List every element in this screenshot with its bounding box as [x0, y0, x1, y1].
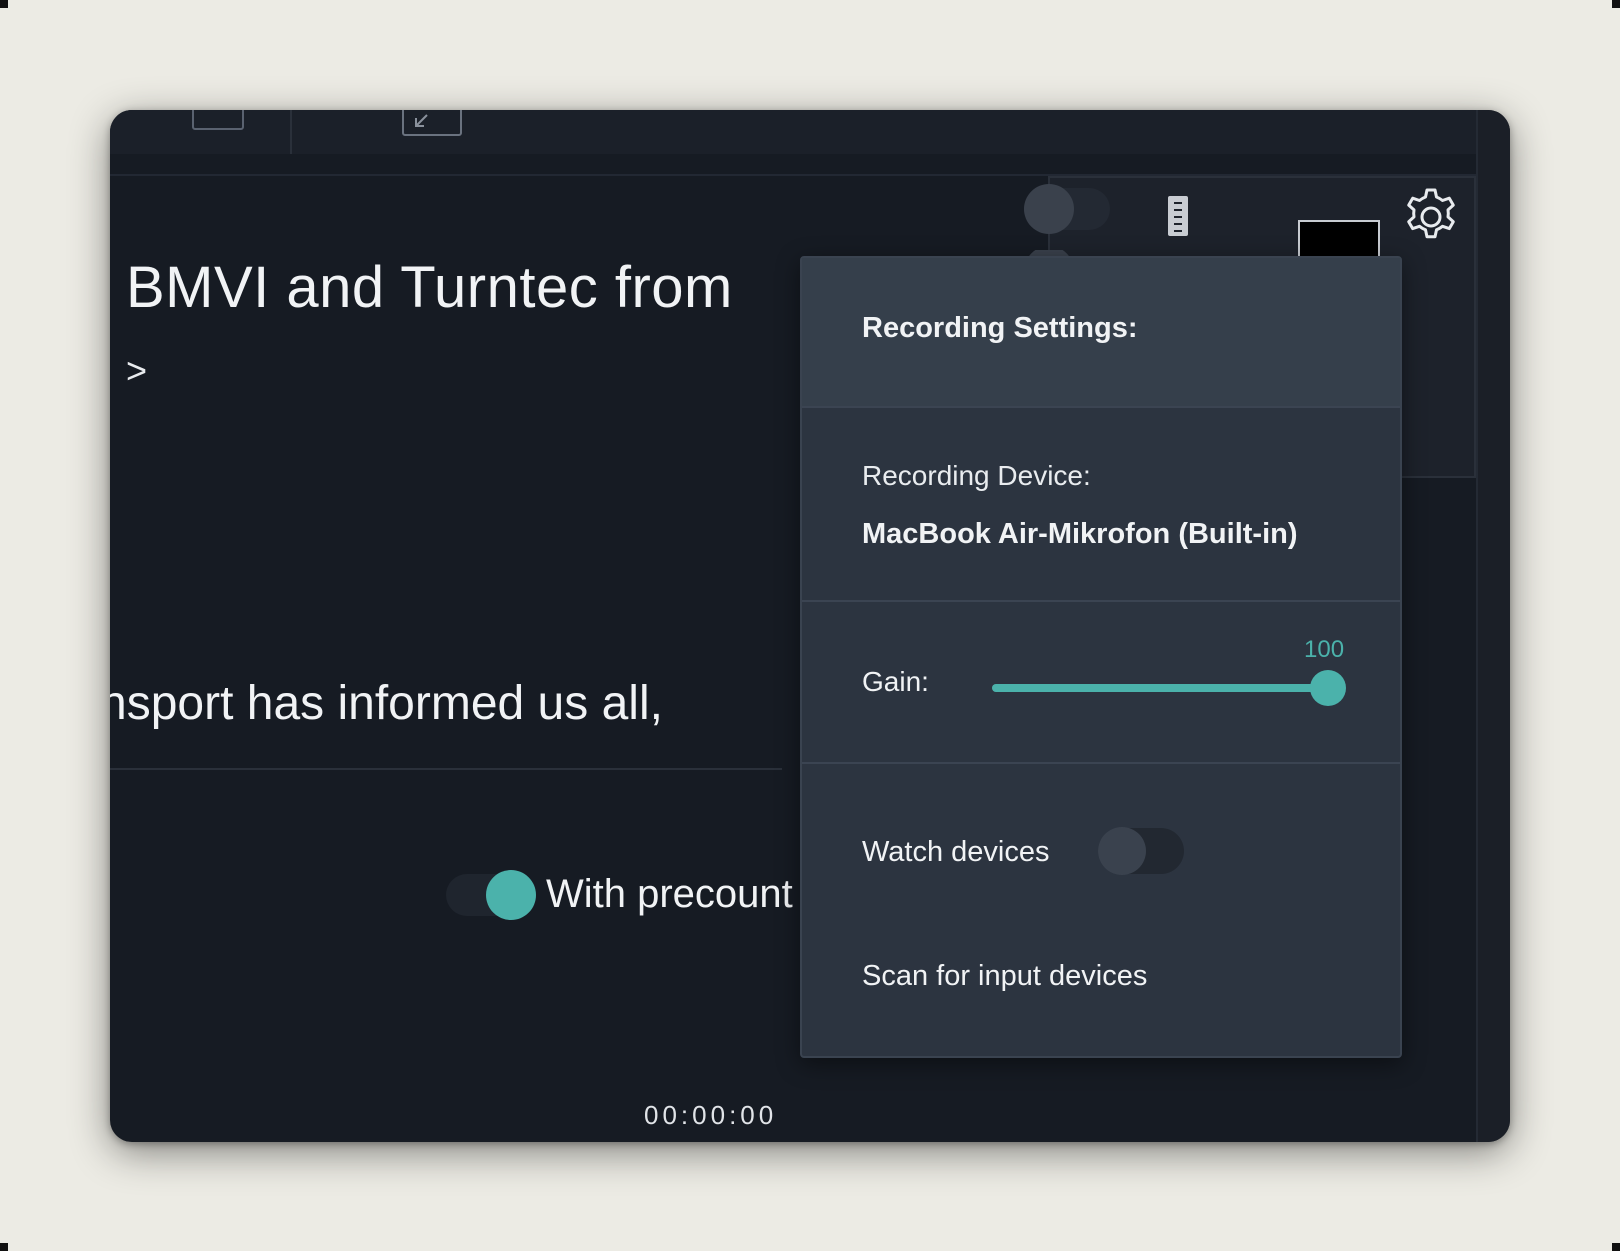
gain-section: Gain: 100	[802, 600, 1400, 762]
corner-mark-bottom-left	[0, 1243, 8, 1251]
gain-slider-fill	[992, 684, 1328, 692]
watch-devices-toggle[interactable]	[1098, 827, 1184, 875]
time-readout: 00:00:00	[644, 1100, 778, 1130]
device-options-section: Watch devices Scan for input devices	[802, 762, 1400, 1056]
panel-toggle[interactable]	[1024, 184, 1110, 234]
precount-toggle-knob[interactable]	[486, 870, 536, 920]
gain-label: Gain:	[862, 666, 929, 697]
scan-input-devices-button[interactable]: Scan for input devices	[862, 960, 1147, 993]
app-window: BMVI and Turntec from > nsport has infor…	[110, 110, 1510, 1142]
ruler-icon[interactable]	[1168, 196, 1188, 236]
gain-value: 100	[1304, 636, 1345, 663]
toolbar-divider	[290, 110, 292, 154]
gain-slider-thumb[interactable]	[1310, 670, 1346, 706]
watch-devices-toggle-knob	[1098, 827, 1146, 875]
editor-title-line: BMVI and Turntec from	[126, 255, 733, 320]
gear-icon[interactable]	[1400, 186, 1462, 248]
corner-mark-top-right	[1612, 0, 1620, 8]
toolbar-button[interactable]	[192, 110, 244, 130]
precount-label: With precount	[546, 872, 793, 916]
editor-divider	[110, 768, 782, 770]
color-swatch[interactable]	[1298, 220, 1380, 260]
corner-mark-top-left	[0, 0, 8, 8]
recording-device-section: Recording Device: MacBook Air-Mikrofon (…	[802, 406, 1400, 600]
arrow-down-left-icon	[415, 114, 428, 127]
right-scroll-rail[interactable]	[1476, 110, 1510, 1142]
recording-device-label: Recording Device:	[862, 460, 1091, 491]
recording-device-select[interactable]: MacBook Air-Mikrofon (Built-in)	[862, 518, 1298, 551]
watch-devices-label: Watch devices	[862, 836, 1050, 868]
recording-settings-popover: Recording Settings: Recording Device: Ma…	[800, 256, 1402, 1058]
collapse-button[interactable]	[402, 110, 462, 136]
corner-mark-bottom-right	[1612, 1243, 1620, 1251]
editor-body-line: nsport has informed us all,	[110, 677, 663, 730]
toolbar	[110, 110, 1476, 154]
expand-chevron-icon[interactable]: >	[126, 350, 147, 392]
gain-slider[interactable]	[992, 684, 1328, 692]
toggle-knob	[1024, 184, 1074, 234]
popover-header: Recording Settings:	[802, 258, 1400, 406]
popover-title: Recording Settings:	[862, 312, 1138, 344]
